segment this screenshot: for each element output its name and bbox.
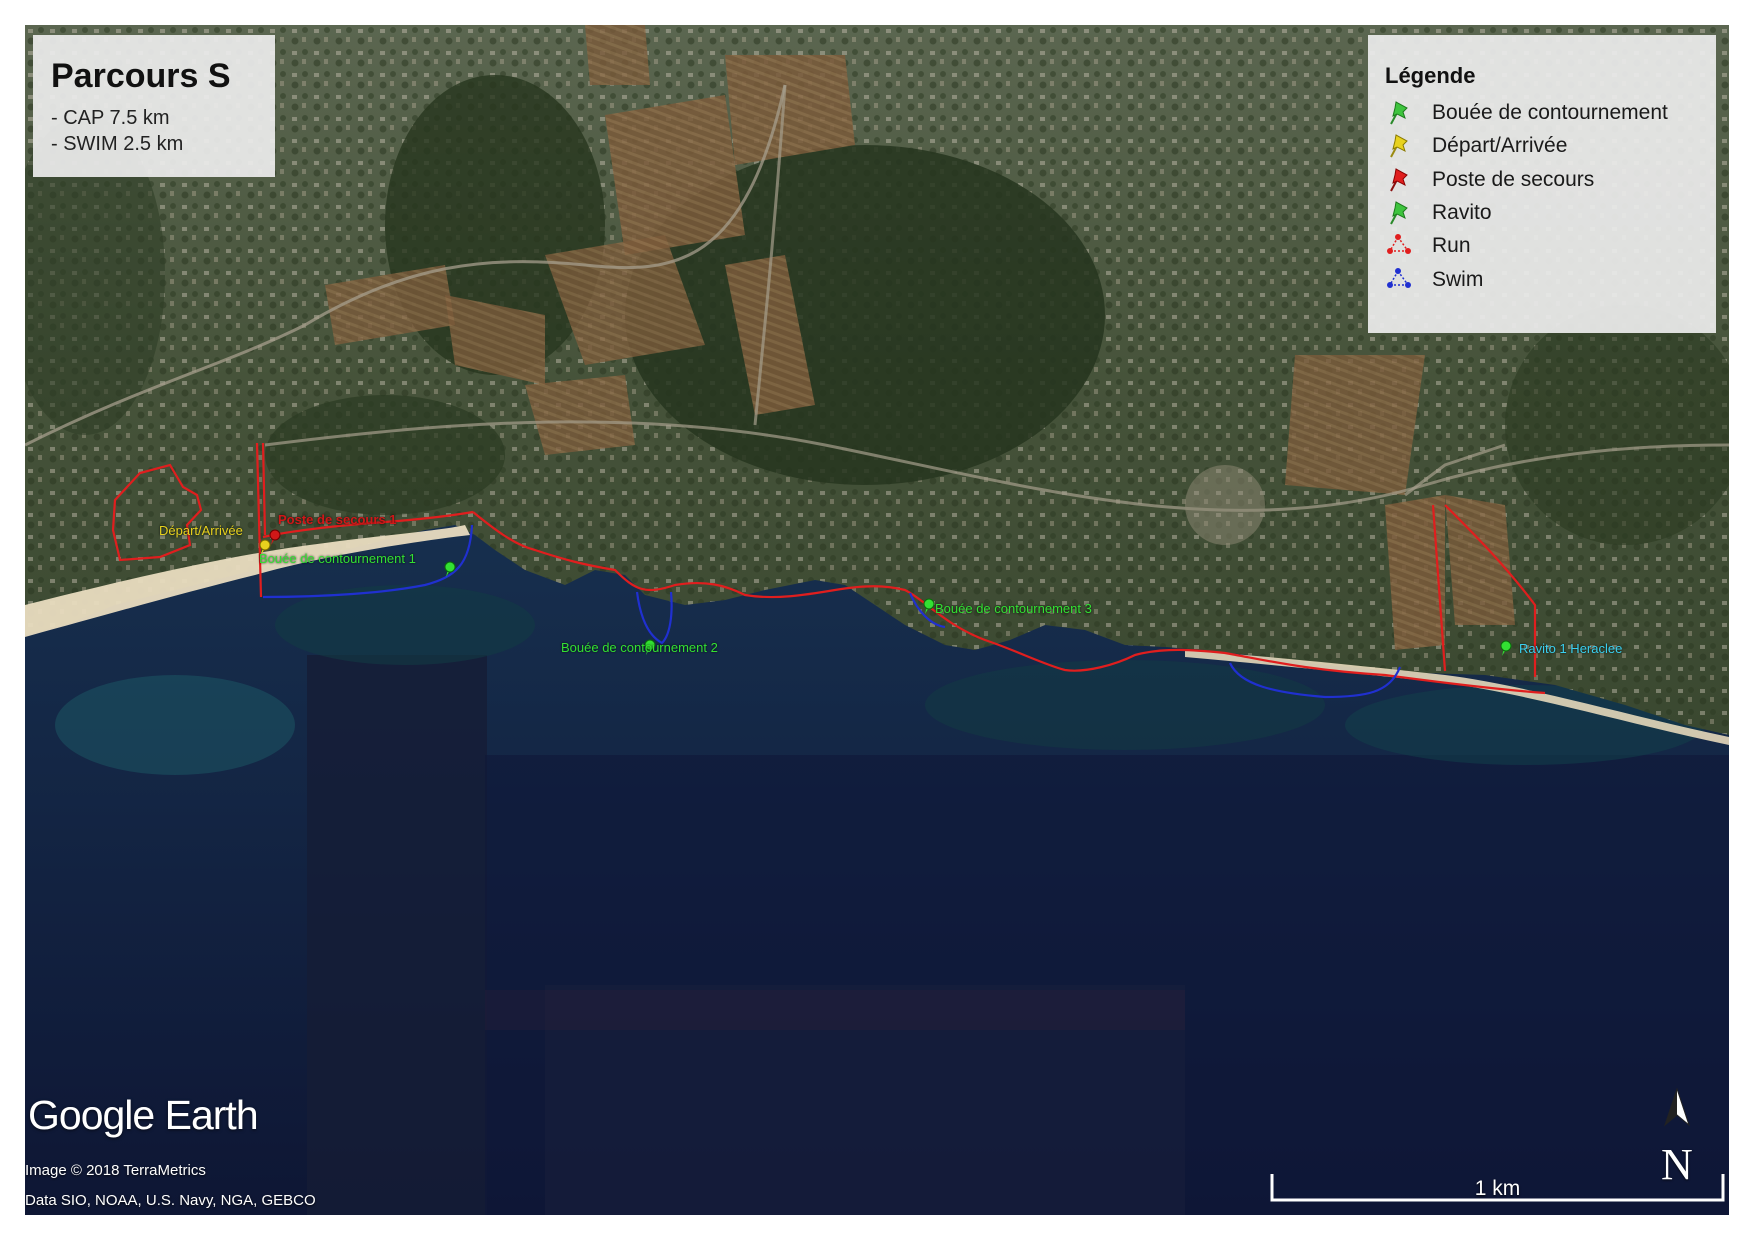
green-pushpin-icon <box>1390 201 1408 225</box>
legend-item-ravito: Ravito <box>1385 198 1715 228</box>
marker-label-ravito[interactable]: Ravito 1 Heraclee <box>1519 641 1622 656</box>
legend-label: Run <box>1432 234 1471 257</box>
legend-item-poste: Poste de secours <box>1385 165 1715 195</box>
legend-label: Swim <box>1432 268 1484 291</box>
image-credit: Image © 2018 TerraMetrics <box>25 1162 206 1179</box>
marker-label-bouee-1[interactable]: Bouée de contournement 1 <box>259 551 416 566</box>
legend-label: Départ/Arrivée <box>1432 134 1568 157</box>
red-pushpin-icon <box>1390 168 1408 192</box>
legend-item-swim: Swim <box>1385 265 1715 295</box>
legend-title: Légende <box>1385 63 1476 88</box>
marker-label-depart[interactable]: Départ/Arrivée <box>159 523 243 538</box>
legend-item-run: Run <box>1385 231 1715 261</box>
legend-item-bouee: Bouée de contournement <box>1385 98 1715 128</box>
green-pushpin-icon <box>1390 101 1408 125</box>
title-panel: Parcours S - CAP 7.5 km - SWIM 2.5 km <box>33 35 275 177</box>
scale-bar: 1 km <box>1270 1172 1725 1202</box>
red-route-icon <box>1387 234 1411 254</box>
marker-label-bouee-3[interactable]: Bouée de contournement 3 <box>935 601 1092 616</box>
legend-label: Ravito <box>1432 201 1492 224</box>
yellow-pushpin-icon <box>1390 134 1408 158</box>
legend-item-depart: Départ/Arrivée <box>1385 131 1715 161</box>
google-earth-logo: Google Earth <box>28 1092 259 1138</box>
map-title: Parcours S <box>51 57 231 95</box>
scale-bar-label: 1 km <box>1474 1177 1521 1200</box>
north-arrow-icon <box>1663 1087 1691 1127</box>
distance-cap: - CAP 7.5 km <box>51 107 170 129</box>
marker-label-poste-secours[interactable]: Poste de secours 1 <box>278 512 397 527</box>
distance-swim: - SWIM 2.5 km <box>51 133 184 155</box>
marker-label-bouee-2[interactable]: Bouée de contournement 2 <box>561 640 718 655</box>
map-view[interactable]: Départ/Arrivée Poste de secours 1 Bouée … <box>25 25 1729 1215</box>
data-credit: Data SIO, NOAA, U.S. Navy, NGA, GEBCO <box>25 1192 316 1209</box>
legend-panel: Légende Bouée de contournement Départ/Ar… <box>1368 35 1716 333</box>
legend-label: Poste de secours <box>1432 168 1595 191</box>
blue-route-icon <box>1387 268 1411 288</box>
legend-label: Bouée de contournement <box>1432 101 1668 124</box>
